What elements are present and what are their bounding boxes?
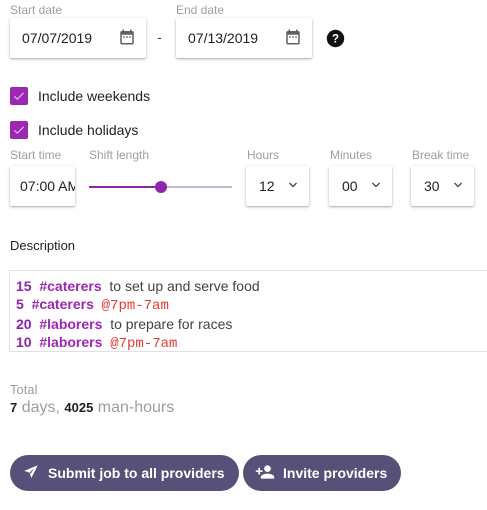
total-days: 7 (10, 400, 18, 415)
include-weekends-label: Include weekends (38, 88, 151, 104)
help-circle-icon[interactable]: ? (326, 29, 345, 53)
shift-length-slider[interactable] (89, 177, 232, 197)
start-time-value: 07:00 AM (20, 178, 75, 194)
chevron-down-icon (370, 178, 382, 194)
chevron-down-icon (452, 178, 464, 194)
total-hours: 4025 (64, 400, 94, 415)
description-editor[interactable]: 15 #caterers to set up and serve food 5 … (9, 270, 487, 352)
minutes-label: Minutes (330, 148, 373, 162)
hours-label: Hours (247, 148, 280, 162)
description-line: 15 #caterers to set up and serve food (16, 278, 260, 294)
start-date-value: 07/07/2019 (22, 30, 93, 46)
calendar-icon[interactable] (284, 28, 302, 49)
break-time-select[interactable]: 30 (411, 166, 474, 206)
description-line: 10 #laborers @7pm-7am (16, 334, 178, 352)
include-holidays-row[interactable]: Include holidays (10, 121, 138, 139)
end-date-label: End date (176, 3, 225, 17)
break-time-label: Break time (412, 148, 470, 162)
include-holidays-label: Include holidays (38, 122, 139, 138)
start-time-input[interactable]: 07:00 AM (10, 166, 75, 206)
start-date-field[interactable]: 07/07/2019 (10, 18, 146, 58)
date-separator: - (157, 29, 162, 45)
hours-select[interactable]: 12 (246, 166, 309, 206)
include-weekends-row[interactable]: Include weekends (10, 87, 150, 105)
shift-length-label: Shift length (89, 148, 150, 162)
invite-providers-label: Invite providers (283, 465, 388, 481)
calendar-icon[interactable] (118, 28, 136, 49)
description-line: 5 #caterers @7pm-7am (16, 296, 169, 314)
slider-thumb[interactable] (154, 181, 167, 193)
total-hours-unit: man-hours (97, 399, 175, 416)
svg-text:?: ? (332, 31, 339, 45)
chevron-down-icon (287, 178, 299, 194)
invite-providers-button[interactable]: Invite providers (243, 455, 402, 491)
total-label: Total (10, 382, 38, 397)
send-icon (22, 463, 40, 484)
hours-value: 12 (259, 178, 275, 194)
start-date-label: Start date (10, 3, 63, 17)
total-summary: 7 days, 4025 man-hours (10, 399, 174, 417)
submit-job-label: Submit job to all providers (48, 465, 225, 481)
slider-fill (89, 186, 161, 188)
end-date-value: 07/13/2019 (188, 30, 259, 46)
minutes-value: 00 (342, 178, 358, 194)
end-date-field[interactable]: 07/13/2019 (176, 18, 312, 58)
minutes-select[interactable]: 00 (329, 166, 392, 206)
description-label: Description (10, 238, 76, 253)
include-weekends-checkbox[interactable] (10, 87, 28, 105)
total-days-unit: days, (21, 399, 60, 416)
submit-job-button[interactable]: Submit job to all providers (10, 455, 239, 491)
include-holidays-checkbox[interactable] (10, 121, 28, 139)
person-add-icon (255, 462, 275, 485)
description-line: 20 #laborers to prepare for races (16, 316, 233, 332)
start-time-label: Start time (10, 148, 62, 162)
break-time-value: 30 (424, 178, 440, 194)
